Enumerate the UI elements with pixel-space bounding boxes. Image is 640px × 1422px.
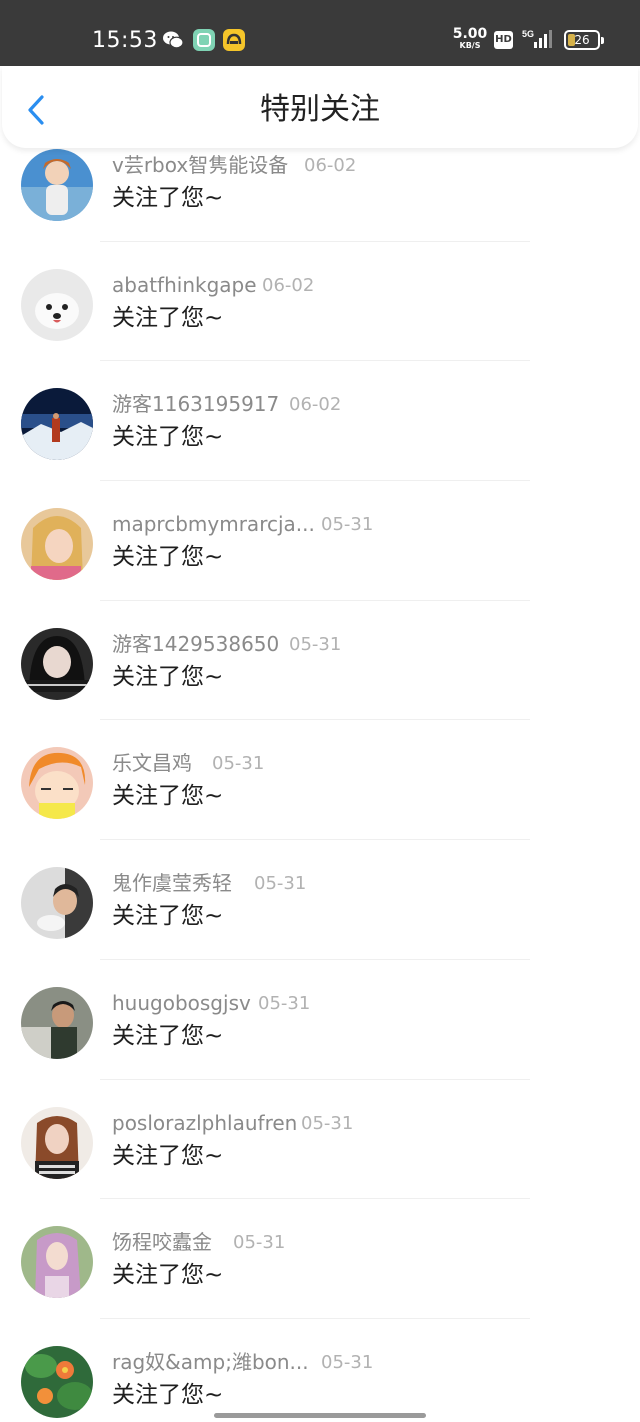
username[interactable]: rag奴&amp;潍bon...	[112, 1349, 309, 1375]
message-text: 关注了您~	[112, 903, 224, 930]
network-speed: 5.00 KB/S	[452, 26, 488, 51]
username[interactable]: 饧程咬蠹金	[112, 1229, 212, 1255]
battery-tip	[601, 37, 604, 44]
timestamp: 05-31	[321, 514, 374, 536]
message-text: 关注了您~	[112, 663, 224, 690]
username[interactable]: 游客1429538650	[112, 631, 279, 657]
username[interactable]: 鬼作虞莹秀轻	[112, 870, 232, 896]
network-type-label: 5G	[522, 29, 534, 39]
notification-list: v芸rbox智隽能设备 06-02 关注了您~ abatfhinkgape 06…	[0, 122, 640, 1422]
username[interactable]: 乐文昌鸡	[112, 750, 192, 776]
nav-bar: 特别关注	[2, 66, 638, 148]
timestamp: 06-02	[304, 155, 357, 176]
timestamp: 05-31	[233, 1232, 286, 1254]
username[interactable]: abatfhinkgape	[112, 272, 257, 298]
message-text: 关注了您~	[112, 185, 224, 211]
list-item[interactable]: huugobosgjsv 05-31 关注了您~	[0, 960, 640, 1080]
net-speed-unit: KB/S	[459, 41, 481, 50]
avatar[interactable]	[21, 986, 93, 1059]
username[interactable]: poslorazlphlaufren	[112, 1110, 297, 1136]
username[interactable]: maprcbmymrarcja...	[112, 511, 315, 537]
message-text: 关注了您~	[112, 1381, 224, 1408]
list-item[interactable]: 饧程咬蠹金 05-31 关注了您~	[0, 1199, 640, 1319]
timestamp: 05-31	[301, 1112, 354, 1134]
list-item[interactable]: abatfhinkgape 06-02 关注了您~	[0, 242, 640, 362]
avatar[interactable]	[21, 627, 93, 700]
avatar[interactable]	[21, 149, 93, 221]
hd-badge: HD	[494, 31, 513, 49]
list-item[interactable]: poslorazlphlaufren 05-31 关注了您~	[0, 1080, 640, 1200]
message-text: 关注了您~	[112, 1262, 224, 1289]
avatar[interactable]	[21, 508, 93, 581]
app-yellow-icon	[223, 29, 245, 51]
avatar[interactable]	[21, 268, 93, 341]
message-text: 关注了您~	[112, 1022, 224, 1049]
wechat-icon	[162, 29, 184, 51]
message-text: 关注了您~	[112, 544, 224, 571]
message-text: 关注了您~	[112, 304, 224, 331]
timestamp: 05-31	[254, 873, 307, 895]
timestamp: 05-31	[212, 753, 265, 775]
list-item[interactable]: 乐文昌鸡 05-31 关注了您~	[0, 720, 640, 841]
message-text: 关注了您~	[112, 424, 224, 451]
list-item[interactable]: 游客1163195917 06-02 关注了您~	[0, 361, 640, 482]
list-item[interactable]: maprcbmymrarcja... 05-31 关注了您~	[0, 481, 640, 601]
list-item[interactable]: rag奴&amp;潍bon... 05-31 关注了您~	[0, 1319, 640, 1422]
message-text: 关注了您~	[112, 1142, 224, 1169]
net-speed-value: 5.00	[452, 26, 488, 42]
avatar[interactable]	[21, 388, 93, 461]
app-green-icon	[193, 29, 215, 51]
home-indicator[interactable]	[214, 1413, 426, 1418]
username[interactable]: 游客1163195917	[112, 391, 279, 417]
username[interactable]: v芸rbox智隽能设备	[112, 152, 288, 178]
timestamp: 05-31	[321, 1351, 374, 1373]
avatar[interactable]	[21, 1106, 93, 1179]
timestamp: 05-31	[258, 992, 311, 1014]
avatar[interactable]	[21, 867, 93, 940]
username[interactable]: huugobosgjsv	[112, 990, 251, 1016]
status-bar: 15:53 5.00 KB/S HD 5G 26	[0, 0, 640, 66]
avatar[interactable]	[21, 1226, 93, 1299]
page-title: 特别关注	[260, 92, 380, 127]
timestamp: 06-02	[262, 274, 315, 296]
battery-icon: 26	[564, 30, 604, 50]
timestamp: 05-31	[289, 633, 342, 655]
status-time: 15:53	[92, 28, 158, 53]
battery-level: 26	[574, 33, 590, 47]
timestamp: 06-02	[289, 394, 342, 416]
list-item[interactable]: 鬼作虞莹秀轻 05-31 关注了您~	[0, 840, 640, 960]
avatar[interactable]	[21, 1345, 93, 1418]
signal-icon: 5G	[522, 28, 552, 50]
avatar[interactable]	[21, 747, 93, 820]
list-item[interactable]: 游客1429538650 05-31 关注了您~	[0, 601, 640, 721]
message-text: 关注了您~	[112, 783, 224, 810]
